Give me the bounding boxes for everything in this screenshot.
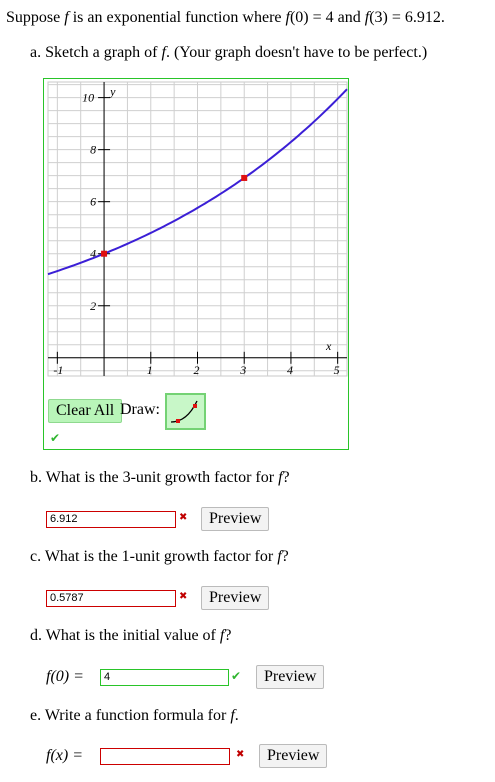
y-tick-label: 10 — [82, 91, 94, 105]
preview-d-button[interactable]: Preview — [256, 665, 325, 689]
answer-d-label: f(0) = — [46, 668, 84, 685]
y-tick-label: 2 — [90, 299, 96, 313]
answer-c-input[interactable]: 0.5787 — [46, 590, 176, 607]
y-axis-label: y — [109, 84, 116, 98]
curve-control-point — [101, 250, 108, 257]
graph-panel: -1 1 2 3 4 5 2 4 6 8 10 y x Clear All Draw: ✔ — [43, 78, 349, 450]
part-a-prompt: a. Sketch a graph of f. (Your graph does… — [30, 44, 428, 61]
preview-b-button[interactable]: Preview — [201, 507, 270, 531]
preview-e-button[interactable]: Preview — [259, 744, 328, 768]
x-tick-label: -1 — [53, 363, 63, 377]
exponential-curve-icon — [170, 400, 198, 423]
curve-control-point — [241, 174, 248, 181]
exponential-draw-tool[interactable] — [165, 393, 206, 430]
part-b-prompt: b. What is the 3-unit growth factor for … — [30, 469, 290, 486]
graph-canvas[interactable]: -1 1 2 3 4 5246810 yx — [44, 79, 350, 379]
answer-b-input[interactable]: 6.912 — [46, 511, 176, 528]
x-tick-label: 2 — [194, 363, 200, 377]
answer-c-incorrect-icon: ✖ — [179, 591, 188, 602]
answer-e-incorrect-icon: ✖ — [236, 749, 245, 760]
answer-e-label: f(x) = — [46, 747, 83, 764]
x-tick-label: 4 — [287, 363, 293, 377]
answer-d-input[interactable]: 4 — [100, 669, 229, 686]
preview-c-button[interactable]: Preview — [201, 586, 270, 610]
x-tick-label: 5 — [334, 363, 340, 377]
answer-b-incorrect-icon: ✖ — [179, 512, 188, 523]
part-d-prompt: d. What is the initial value of f? — [30, 627, 232, 644]
answer-d-correct-icon: ✔ — [231, 669, 242, 683]
draw-label: Draw: — [120, 401, 160, 418]
y-tick-label: 8 — [90, 143, 96, 157]
x-tick-label: 3 — [239, 363, 246, 377]
part-e-prompt: e. Write a function formula for f. — [30, 707, 239, 724]
graph-correct-check-icon: ✔ — [50, 431, 61, 445]
part-c-prompt: c. What is the 1-unit growth factor for … — [30, 548, 289, 565]
x-axis-label: x — [325, 339, 332, 353]
y-tick-label: 6 — [90, 195, 96, 209]
answer-e-input[interactable] — [100, 748, 230, 765]
x-tick-label: 1 — [147, 363, 153, 377]
clear-all-button[interactable]: Clear All — [48, 399, 123, 423]
problem-intro: Suppose f is an exponential function whe… — [6, 9, 445, 26]
